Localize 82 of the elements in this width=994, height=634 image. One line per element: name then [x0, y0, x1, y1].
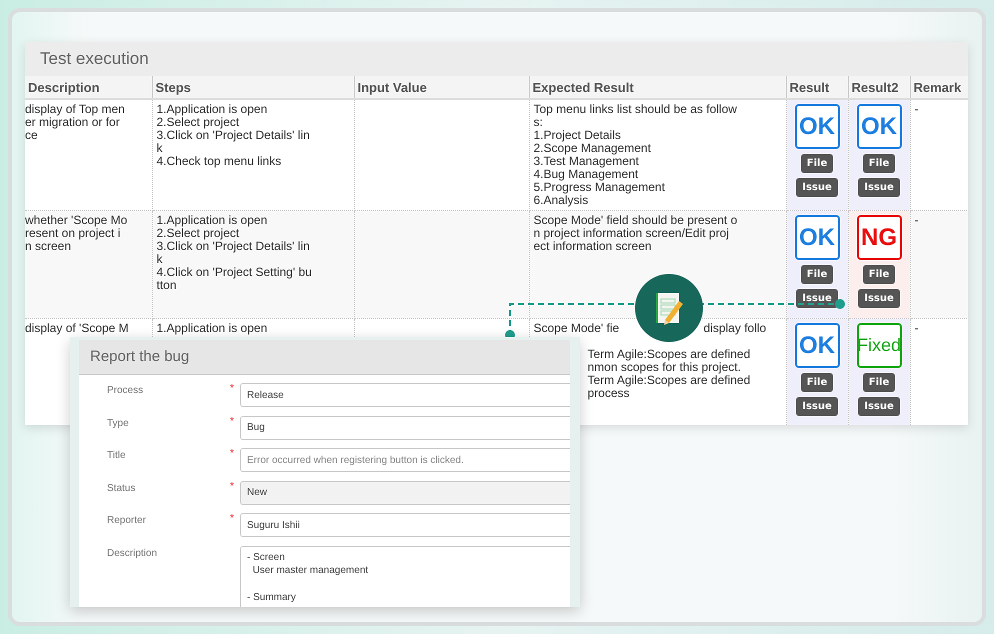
cell-text: 2.Select project [156, 116, 240, 129]
file-button[interactable]: File [862, 154, 896, 173]
result-badge: Fixed [856, 323, 902, 368]
cell-text: - [914, 103, 920, 116]
input-field[interactable]: Suguru Ishii [240, 513, 570, 537]
cell-text: tton [156, 279, 178, 292]
field-label: Title [106, 449, 127, 461]
required-mark: * [230, 448, 235, 459]
cell-text: 1.Application is open [156, 214, 268, 227]
cell-text: process [586, 387, 630, 400]
file-button[interactable]: File [800, 373, 834, 392]
issue-button[interactable]: Issue [796, 178, 838, 197]
file-button[interactable]: File [800, 265, 834, 284]
required-mark: * [230, 480, 235, 492]
cell-text: 4.Check top menu links [156, 155, 282, 168]
result-badge: OK [794, 215, 840, 260]
cell-text: 4.Bug Management [534, 168, 638, 181]
cell-text: n screen [25, 240, 72, 253]
cell-text: display follo [704, 322, 766, 335]
cell-text: 5.Progress Management [534, 181, 666, 194]
dialog-title: Report the bug [79, 340, 570, 375]
cell-text: display of 'Scope M [25, 322, 130, 335]
cell-text: 1.Application is open [156, 103, 268, 116]
issue-button[interactable]: Issue [858, 397, 900, 416]
required-mark: * [230, 416, 235, 426]
field-label: Type [106, 416, 130, 428]
file-button[interactable]: File [862, 373, 896, 392]
column-header: Description [28, 80, 100, 94]
field-label: Status [106, 482, 136, 494]
column-header: Remark [914, 80, 962, 94]
result-badge: NG [856, 215, 902, 260]
cell-text: 4.Click on 'Project Setting' bu [156, 266, 313, 279]
input-field[interactable]: Error occurred when registering button is clicked. [240, 448, 570, 472]
cell-text: whether 'Scope Mo [25, 214, 128, 227]
field-label: Process [106, 384, 144, 396]
cell-text: er migration or for [25, 116, 121, 129]
cell-text: ce [25, 129, 39, 142]
cell-text: 3.Click on 'Project Details' lin [156, 129, 311, 142]
file-button[interactable]: File [800, 154, 834, 173]
column-header: Result2 [852, 80, 898, 94]
cell-text: display of Top men [25, 103, 126, 116]
column-header: Expected Result [532, 80, 634, 94]
result-badge: OK [856, 104, 902, 149]
cell-text: 3.Test Management [534, 155, 639, 168]
cell-text: 1.Application is open [156, 322, 268, 335]
column-header: Input Value [358, 80, 427, 94]
input-field[interactable]: Release [240, 383, 570, 407]
column-header: Steps [156, 80, 191, 94]
cell-text: Term Agile:Scopes are defined [586, 348, 752, 361]
required-mark: * [230, 383, 235, 394]
issue-button[interactable]: Issue [796, 397, 838, 416]
issue-button[interactable]: Issue [858, 289, 900, 308]
cell-text: nmon scopes for this project. [586, 361, 742, 374]
issue-button[interactable]: Issue [796, 289, 838, 308]
cell-text: ect information screen [534, 240, 653, 253]
cell-text: s: [534, 116, 543, 129]
cell-text: n project information screen/Edit proj [534, 227, 730, 240]
cell-text: - [914, 322, 920, 335]
file-button[interactable]: File [862, 265, 896, 284]
cell-text: Scope Mode' fie [534, 322, 620, 335]
field-label: Reporter [106, 514, 147, 526]
result-badge: OK [794, 323, 840, 368]
cell-text: k [156, 142, 164, 155]
required-mark: * [230, 513, 235, 524]
description-field[interactable]: - Screen User master management - Summary [240, 546, 570, 607]
issue-button[interactable]: Issue [858, 178, 900, 197]
cell-text: k [156, 253, 164, 266]
cell-text: 6.Analysis [534, 194, 588, 207]
cell-text: resent on project i [25, 227, 122, 240]
column-header: Result [790, 80, 830, 94]
cell-text: 2.Scope Management [534, 142, 652, 155]
cell-text: 3.Click on 'Project Details' lin [156, 240, 311, 253]
cell-text: - [914, 214, 920, 227]
cell-text: Scope Mode' field should be present o [534, 214, 738, 227]
result-badge: OK [794, 104, 840, 149]
panel-title: Test execution [25, 42, 968, 76]
cell-text: 2.Select project [156, 227, 240, 240]
cell-text: 1.Project Details [534, 129, 622, 142]
cell-text: Top menu links list should be as follow [534, 103, 738, 116]
cell-text: Term Agile:Scopes are defined [586, 374, 752, 387]
field-label: Description [106, 546, 158, 558]
input-field[interactable]: Bug [240, 416, 570, 440]
